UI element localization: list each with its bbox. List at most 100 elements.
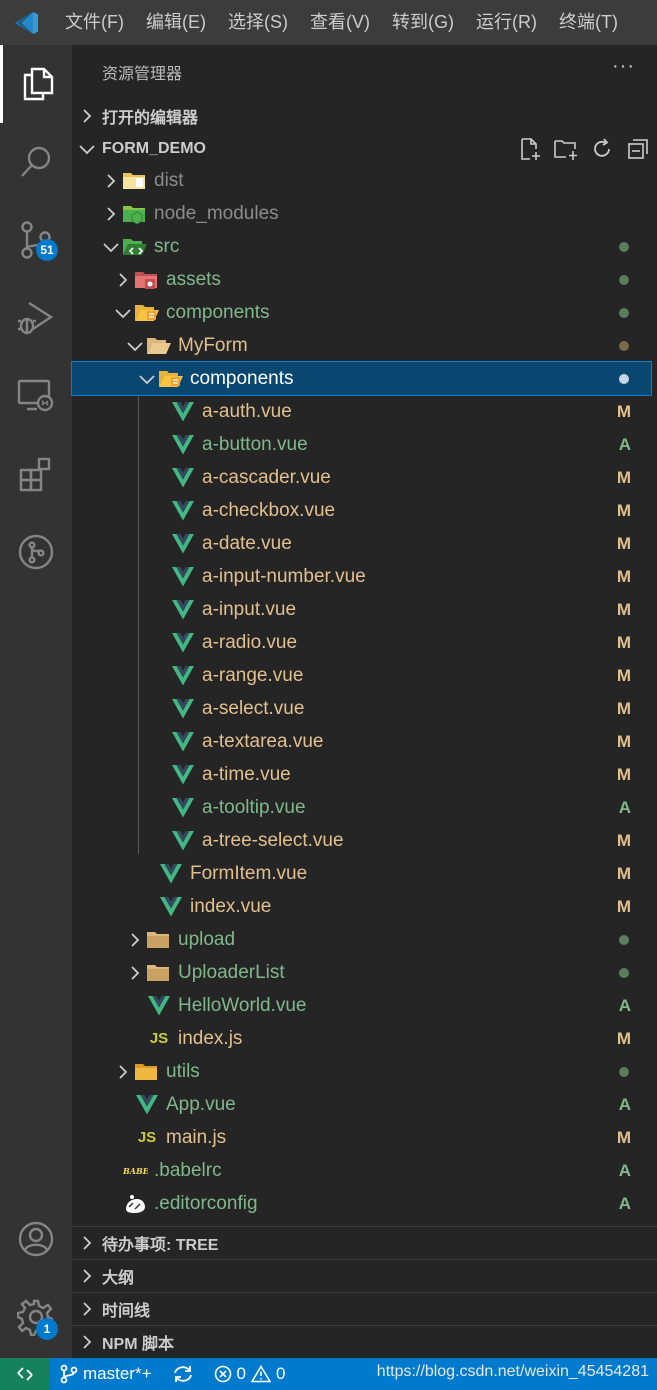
git-status-badge: M [616, 632, 631, 652]
problems-indicator[interactable]: 0 0 [204, 1364, 296, 1384]
tree-folder[interactable]: dist [72, 164, 651, 197]
tree-file[interactable]: a-select.vue M [72, 692, 651, 725]
workspace-header[interactable]: FORM_DEMO [72, 132, 657, 165]
git-status-badge: M [616, 698, 631, 718]
tree-file[interactable]: a-tree-select.vue M [72, 824, 651, 857]
refresh-icon[interactable] [589, 136, 615, 162]
panel-header[interactable]: 待办事项: TREE [72, 1226, 657, 1259]
git-status-badge: M [616, 566, 631, 586]
git-status-badge: M [616, 500, 631, 520]
tree-file[interactable]: a-button.vue A [72, 428, 651, 461]
menu-item[interactable]: 选择(S) [217, 0, 299, 45]
menu-item[interactable]: 终端(T) [548, 0, 629, 45]
tree-file[interactable]: a-date.vue M [72, 527, 651, 560]
tree-file[interactable]: a-range.vue M [72, 659, 651, 692]
new-file-icon[interactable] [517, 136, 543, 162]
tree-item-label: a-input.vue [202, 598, 297, 620]
panel-header[interactable]: 时间线 [72, 1292, 657, 1325]
git-status-badge: A [618, 797, 631, 817]
panel-header[interactable]: 大纲 [72, 1259, 657, 1292]
tree-file[interactable]: .editorconfig A [72, 1187, 651, 1220]
tree-file[interactable]: a-input.vue M [72, 593, 651, 626]
tree-folder[interactable]: components [72, 296, 651, 329]
git-status-badge: A [618, 1094, 631, 1114]
tree-folder[interactable]: src [72, 230, 651, 263]
tree-item-label: a-radio.vue [202, 631, 298, 653]
chevron-right-icon [72, 1235, 102, 1251]
tree-folder[interactable]: node_modules [72, 197, 651, 230]
remote-explorer-activity[interactable] [0, 357, 72, 435]
chevron-right-icon [72, 1334, 102, 1350]
search-activity[interactable] [0, 123, 72, 201]
collapse-all-icon[interactable] [625, 136, 651, 162]
chevron-right-icon [100, 164, 122, 197]
tree-file[interactable]: a-tooltip.vue A [72, 791, 651, 824]
svg-text:BABEL: BABEL [122, 1166, 148, 1176]
git-graph-activity[interactable] [0, 513, 72, 591]
tree-item-label: a-checkbox.vue [202, 499, 336, 521]
tree-file[interactable]: a-radio.vue M [72, 626, 651, 659]
git-status-dot [619, 340, 629, 351]
tree-file[interactable]: JS main.js M [72, 1121, 651, 1154]
tree-item-label: a-auth.vue [202, 400, 292, 422]
branch-indicator[interactable]: master*+ [50, 1364, 162, 1384]
extensions-activity[interactable] [0, 435, 72, 513]
extensions-icon [19, 457, 51, 492]
menu-item[interactable]: 查看(V) [299, 0, 381, 45]
tree-item-label: a-cascader.vue [202, 466, 331, 488]
tree-file[interactable]: HelloWorld.vue A [72, 989, 651, 1022]
watermark: https://blog.csdn.net/weixin_45454281 [376, 1363, 649, 1380]
accounts-activity[interactable] [0, 1200, 72, 1278]
tree-file[interactable]: a-input-number.vue M [72, 560, 651, 593]
more-actions-button[interactable]: ··· [612, 55, 635, 78]
run-debug-activity[interactable] [0, 279, 72, 357]
menu-item[interactable]: 编辑(E) [135, 0, 217, 45]
new-folder-icon[interactable] [553, 136, 579, 162]
vue-file-icon [170, 791, 196, 824]
tree-folder[interactable]: UploaderList [72, 956, 651, 989]
vscode-logo-icon [0, 0, 54, 45]
explorer-activity[interactable] [0, 45, 72, 123]
git-branch-icon [60, 1364, 78, 1384]
panel-header[interactable]: NPM 脚本 [72, 1325, 657, 1358]
open-editors-header[interactable]: 打开的编辑器 [72, 99, 657, 132]
tree-file[interactable]: a-cascader.vue M [72, 461, 651, 494]
manage-activity[interactable]: 1 [0, 1278, 72, 1356]
tree-file[interactable]: BABEL .babelrc A [72, 1154, 651, 1187]
git-status-badge: M [616, 467, 631, 487]
assets-folder-icon [134, 263, 160, 296]
explorer-sidebar: 资源管理器 ··· 打开的编辑器 FORM_DEMO dist node_mod… [71, 45, 657, 1358]
tree-file[interactable]: JS index.js M [72, 1022, 651, 1055]
tree-item-label: a-tree-select.vue [202, 829, 344, 851]
tree-file[interactable]: a-checkbox.vue M [72, 494, 651, 527]
warning-icon [250, 1365, 271, 1383]
tree-file[interactable]: FormItem.vue M [72, 857, 651, 890]
tree-file[interactable]: App.vue A [72, 1088, 651, 1121]
tree-file[interactable]: a-auth.vue M [72, 395, 651, 428]
menu-item[interactable]: 文件(F) [54, 0, 135, 45]
tree-folder[interactable]: assets [72, 263, 651, 296]
sync-button[interactable] [162, 1364, 204, 1384]
tree-folder[interactable]: MyForm [72, 329, 651, 362]
tree-file[interactable]: a-textarea.vue M [72, 725, 651, 758]
chevron-right-icon [112, 263, 134, 296]
menu-item[interactable]: 运行(R) [465, 0, 548, 45]
remote-indicator[interactable] [0, 1358, 50, 1390]
error-icon [214, 1365, 231, 1383]
tree-file[interactable]: a-time.vue M [72, 758, 651, 791]
tree-file[interactable]: index.vue M [72, 890, 651, 923]
remote-explorer-icon [17, 379, 54, 412]
git-status-badge: M [616, 665, 631, 685]
tree-item-label: a-input-number.vue [202, 565, 366, 587]
tree-folder[interactable]: utils [72, 1055, 651, 1088]
chevron-right-icon [72, 108, 102, 123]
source-control-activity[interactable]: 51 [0, 201, 72, 279]
tree-folder[interactable]: components [71, 361, 652, 396]
tree-folder[interactable]: upload [72, 923, 651, 956]
menu-item[interactable]: 转到(G) [381, 0, 465, 45]
js-file-icon: JS [137, 1129, 157, 1146]
